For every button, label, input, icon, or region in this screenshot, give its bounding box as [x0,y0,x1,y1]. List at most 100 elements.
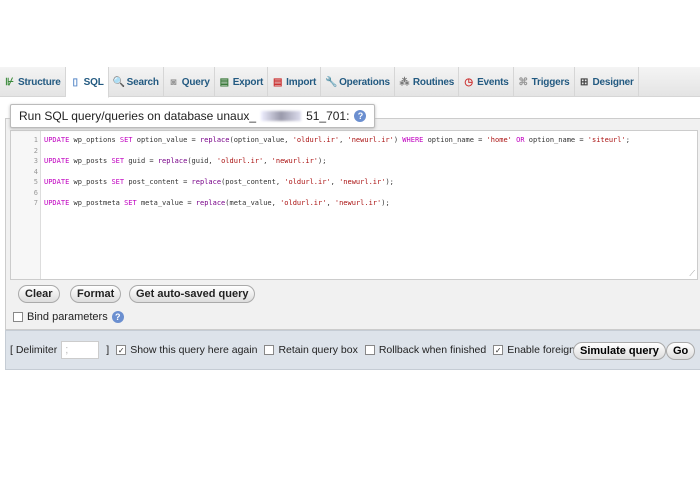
help-icon[interactable]: ? [111,311,124,323]
tab-query[interactable]: ◙ Query [164,67,215,97]
get-auto-saved-query-button[interactable]: Get auto-saved query [129,285,256,303]
code-token: , [326,199,335,207]
tab-bar: ⊮ Structure ▯ SQL 🔍 Search ◙ Query ▤ Export ▤ Impor… [0,67,700,98]
code-line: 4 [11,167,697,178]
resize-handle-icon[interactable]: ⟋ [689,269,695,279]
bind-parameters-option[interactable]: Bind parameters ? [13,311,124,323]
code-token: OR [516,136,525,144]
code-token: SET [124,199,137,207]
code-token: SET [119,136,133,144]
tab-operations[interactable]: 🔧 Operations [321,67,395,97]
code-token: (post_content, [221,178,285,186]
code-token: UPDATE [44,199,70,207]
code-token: option_value = [132,136,200,144]
code-token: 'newurl.ir' [271,157,319,165]
tab-label: Triggers [531,76,570,88]
legend-text-prefix: Run SQL query/queries on database unaux_ [19,109,257,123]
rollback-checkbox[interactable] [364,345,375,355]
show-query-checkbox[interactable]: ✓ [116,345,127,355]
simulate-query-button[interactable]: Simulate query [573,342,666,360]
export-icon: ▤ [219,76,229,88]
line-number: 7 [33,199,38,207]
code-text: UPDATE wp_posts SET guid = replace(guid,… [44,156,326,167]
wrench-icon: 🔧 [325,76,338,88]
line-number: 6 [33,188,38,197]
designer-icon: ⊞ [579,76,589,88]
code-token: , [263,157,272,165]
legend-text-suffix: 51_701: [306,109,350,123]
format-button[interactable]: Format [70,285,122,303]
rollback-label: Rollback when finished [378,344,487,356]
code-token: UPDATE [44,136,70,144]
code-line: 5 UPDATE wp_posts SET post_content = repl… [11,177,697,188]
code-text: UPDATE wp_posts SET post_content = repla… [44,177,394,188]
delimiter-label: [ Delimiter [10,344,58,356]
go-button[interactable]: Go [666,342,696,360]
code-text: UPDATE wp_options SET option_value = rep… [44,135,630,146]
query-icon: ◙ [170,76,177,88]
tab-label: Structure [18,76,61,88]
retain-query-box-checkbox[interactable] [264,345,275,355]
line-number: 2 [33,146,38,155]
code-token: wp_postmeta [69,199,125,207]
tab-sql[interactable]: ▯ SQL [65,67,109,98]
line-number: 3 [33,157,38,165]
code-token: 'oldurl.ir' [292,136,340,144]
code-token: , [339,136,348,144]
redacted-text [261,111,302,121]
tab-label: Export [232,76,264,88]
code-token: 'home' [486,136,512,144]
code-token: UPDATE [44,157,70,165]
code-token: (guid, [187,157,217,165]
code-token: ); [381,199,390,207]
sql-editor[interactable]: ⟋ 1 UPDATE wp_options SET option_value = … [10,130,698,280]
code-token: ); [318,157,327,165]
code-token: 'newurl.ir' [347,136,394,144]
query-options-footer: [ Delimiter ; ] ✓ Show this query here ag… [5,330,700,370]
tab-label: Import [286,76,317,88]
code-line: 7 UPDATE wp_postmeta SET meta_value = rep… [11,198,697,209]
bind-parameters-checkbox[interactable] [13,312,23,322]
sql-icon: ▯ [72,76,79,88]
tab-label: Operations [339,76,390,88]
code-token: (option_value, [229,136,293,144]
code-line: 6 [11,188,697,199]
code-token: post_content = [124,178,192,186]
panel-legend: Run SQL query/queries on database unaux_… [10,104,376,128]
code-token: 'siteurl' [587,136,626,144]
line-number: 4 [33,167,38,176]
tab-label: Search [126,76,159,88]
tab-triggers[interactable]: ⌘ Triggers [514,67,575,97]
foreign-key-checks-checkbox[interactable]: ✓ [493,345,504,355]
clock-icon: ◷ [464,76,473,88]
code-token: replace [195,199,226,207]
code-token: wp_posts [69,178,112,186]
tab-import[interactable]: ▤ Import [268,67,322,97]
tab-routines[interactable]: ⁂ Routines [395,67,460,97]
tab-export[interactable]: ▤ Export [215,67,269,97]
search-icon: 🔍 [112,76,125,88]
delimiter-input[interactable]: ; [61,341,100,359]
code-token: SET [111,178,125,186]
clear-button[interactable]: Clear [18,285,60,303]
tab-designer[interactable]: ⊞ Designer [575,67,639,97]
line-number: 5 [33,178,38,186]
code-token: , [330,178,340,186]
code-token: replace [191,178,222,186]
tab-events[interactable]: ◷ Events [459,67,514,97]
code-token: meta_value = [136,199,196,207]
code-token: UPDATE [44,178,70,186]
tab-label: Events [477,76,509,88]
code-line: 2 [11,146,697,157]
help-icon[interactable]: ? [354,110,367,122]
code-line: 3 UPDATE wp_posts SET guid = replace(guid… [11,156,697,167]
tab-label: Query [181,76,210,88]
code-token: wp_posts [69,157,112,165]
tab-label: Designer [592,76,634,88]
code-token: option_name = [524,136,588,144]
code-token: SET [111,157,125,165]
code-token: WHERE [402,136,424,144]
code-text: UPDATE wp_postmeta SET meta_value = repl… [44,198,390,209]
tab-structure[interactable]: ⊮ Structure [0,67,66,97]
tab-search[interactable]: 🔍 Search [109,67,164,97]
